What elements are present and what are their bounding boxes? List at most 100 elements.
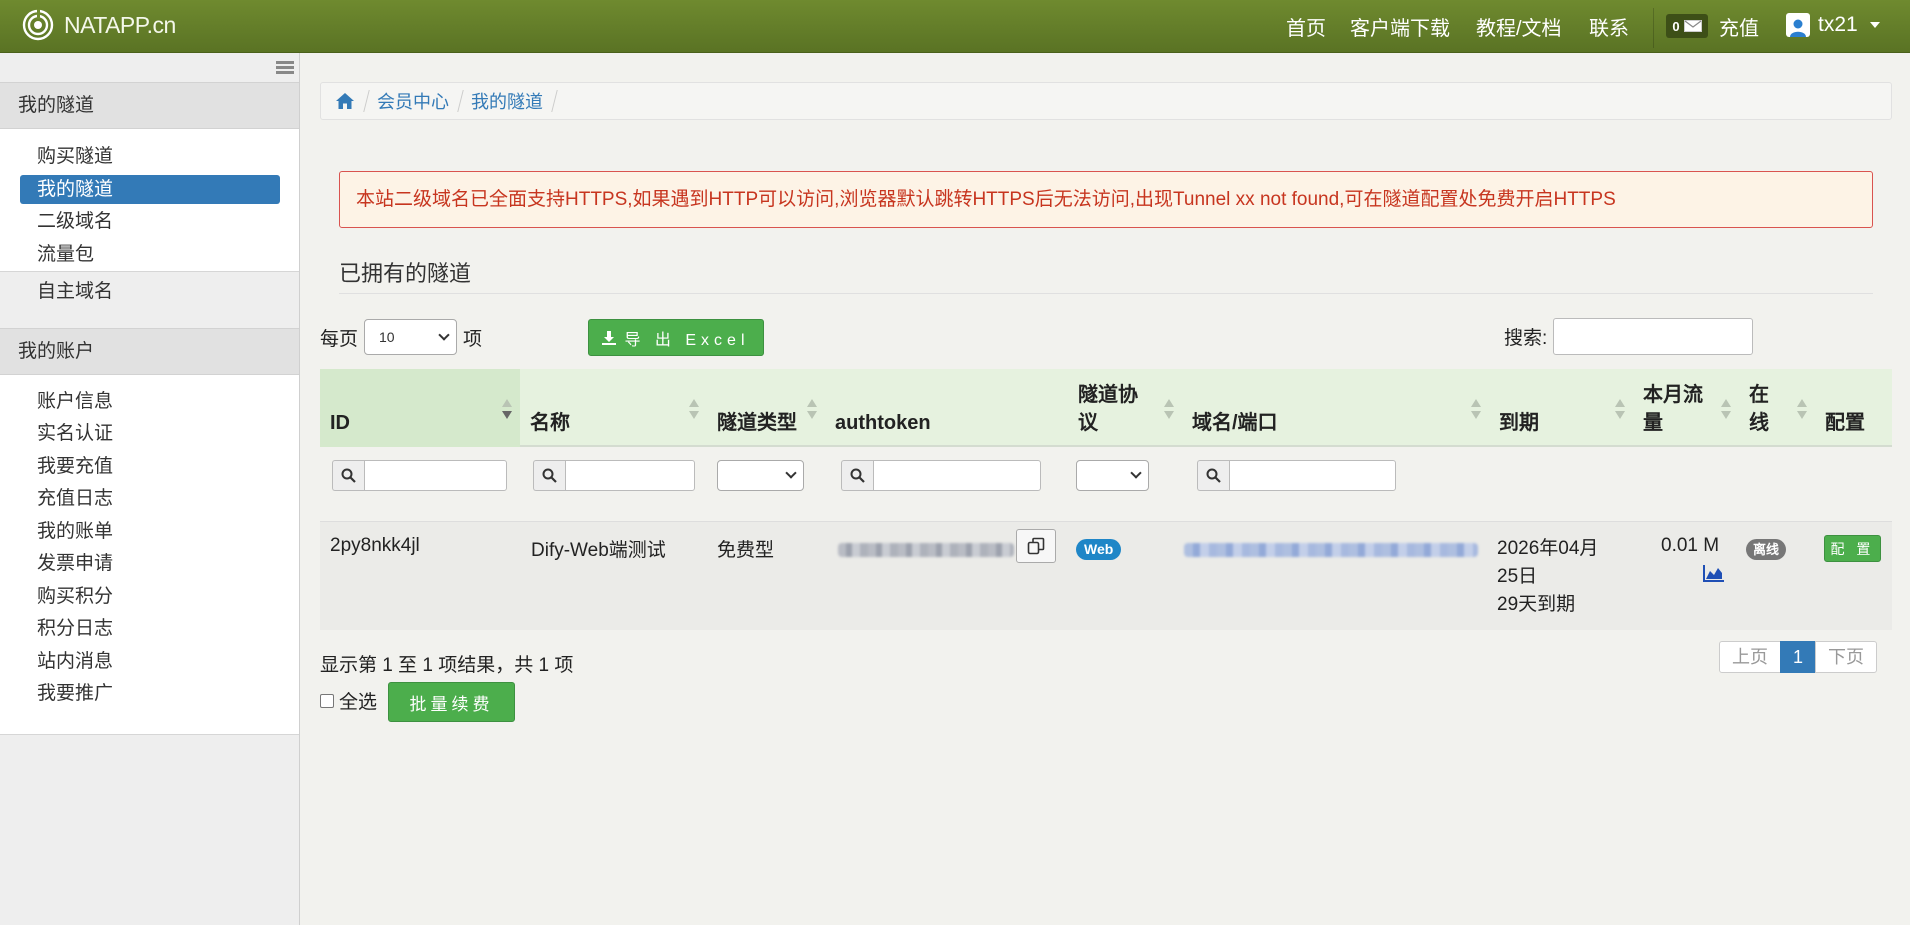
filter-domain[interactable] [1197, 460, 1396, 491]
top-navbar: NATAPP.cn 首页 客户端下载 教程/文档 联系 充值 0 tx21 [0, 0, 1910, 53]
filter-id[interactable] [332, 460, 507, 491]
brand[interactable]: NATAPP.cn [22, 9, 176, 41]
authtoken-masked [838, 543, 1014, 557]
per-page-select[interactable]: 10 [364, 319, 458, 355]
tunnel-id: 2py8nkk4jl [330, 535, 420, 556]
sidebar-item-recharge-log[interactable]: 充值日志 [20, 484, 280, 513]
result-info: 显示第 1 至 1 项结果，共 1 项 [320, 655, 574, 676]
filter-domain-input[interactable] [1229, 460, 1396, 491]
sort-icon [689, 399, 699, 421]
sidebar-item-buy-points[interactable]: 购买积分 [20, 582, 280, 611]
traffic-chart-icon[interactable] [1703, 564, 1725, 588]
sort-icon [1797, 399, 1807, 421]
col-expiry[interactable]: 到期 [1489, 369, 1633, 447]
section-title: 已拥有的隧道 [339, 256, 1873, 294]
col-monthly-traffic[interactable]: 本月流量 [1633, 369, 1739, 447]
col-online[interactable]: 在线 [1739, 369, 1815, 447]
download-icon [602, 330, 617, 345]
tunnel-type: 免费型 [717, 540, 775, 561]
copy-icon [1027, 537, 1045, 555]
natapp-logo-icon [22, 9, 54, 41]
sidebar-item-custom-domain[interactable]: 自主域名 [20, 277, 280, 306]
next-page-button[interactable]: 下页 [1815, 641, 1878, 673]
breadcrumb-member-center[interactable]: 会员中心 [377, 88, 449, 114]
per-page-control: 每页 10 项 [320, 319, 482, 355]
envelope-icon [1683, 20, 1702, 32]
chevron-down-icon [1130, 467, 1142, 479]
filter-type-select[interactable] [717, 460, 804, 491]
nav-docs[interactable]: 教程/文档 [1476, 12, 1562, 41]
table-header: ID 名称 隧道类型 authtoken 隧道协议 域名/端口 到期 本月流量 … [320, 369, 1892, 447]
message-badge[interactable]: 0 [1666, 14, 1708, 38]
col-tunnel-type[interactable]: 隧道类型 [707, 369, 825, 447]
config-button[interactable]: 配 置 [1824, 535, 1881, 562]
col-name[interactable]: 名称 [520, 369, 707, 447]
sort-icon [502, 399, 512, 421]
filter-id-input[interactable] [364, 460, 507, 491]
search-input[interactable] [1553, 318, 1754, 355]
sidebar-item-messages[interactable]: 站内消息 [20, 647, 280, 676]
sidebar-item-traffic-pack[interactable]: 流量包 [20, 240, 280, 269]
expiry: 2026年04月 25日 29天到期 [1497, 538, 1599, 615]
sidebar-item-verification[interactable]: 实名认证 [20, 419, 280, 448]
sidebar-section-account: 我的账户 [0, 328, 299, 375]
chevron-down-icon [438, 328, 450, 341]
sidebar-item-recharge[interactable]: 我要充值 [20, 452, 280, 481]
brand-name: NATAPP.cn [64, 11, 176, 38]
user-menu[interactable]: tx21 [1786, 13, 1880, 37]
nav-client-download[interactable]: 客户端下载 [1350, 12, 1450, 41]
sort-icon [1471, 399, 1481, 421]
message-count: 0 [1672, 18, 1680, 34]
filter-authtoken-input[interactable] [873, 460, 1041, 491]
sort-icon [1164, 399, 1174, 421]
search-icon [332, 460, 364, 491]
sidebar-item-points-log[interactable]: 积分日志 [20, 614, 280, 643]
home-icon[interactable] [335, 92, 355, 110]
copy-authtoken-button[interactable] [1016, 529, 1056, 563]
nav-home[interactable]: 首页 [1286, 12, 1326, 41]
sidebar-item-promote[interactable]: 我要推广 [20, 679, 280, 708]
export-excel-button[interactable]: 导 出 Excel [588, 319, 764, 356]
col-config: 配置 [1825, 412, 1865, 434]
page-1-button[interactable]: 1 [1780, 641, 1817, 673]
breadcrumb-my-tunnels[interactable]: 我的隧道 [471, 88, 543, 114]
sidebar-item-bills[interactable]: 我的账单 [20, 517, 280, 546]
select-all-checkbox[interactable] [320, 693, 334, 708]
per-page-prefix: 每页 [320, 328, 359, 350]
sidebar-item-invoice[interactable]: 发票申请 [20, 549, 280, 578]
per-page-suffix: 项 [463, 328, 483, 350]
user-icon [1786, 13, 1810, 37]
filter-name[interactable] [533, 460, 695, 491]
nav-recharge[interactable]: 充值 [1719, 12, 1759, 41]
filter-authtoken[interactable] [841, 460, 1041, 491]
batch-renew-button[interactable]: 批量续费 [388, 682, 515, 722]
col-protocol[interactable]: 隧道协议 [1068, 369, 1182, 447]
col-authtoken[interactable]: authtoken [825, 369, 1068, 447]
https-notice-alert: 本站二级域名已全面支持HTTPS,如果遇到HTTP可以访问,浏览器默认跳转HTT… [339, 171, 1873, 228]
sidebar-account-list: 账户信息 实名认证 我要充值 充值日志 我的账单 发票申请 购买积分 积分日志 … [0, 375, 299, 735]
chevron-down-icon [785, 467, 797, 479]
protocol-badge: Web [1076, 539, 1122, 560]
sidebar-tunnel-list: 购买隧道 我的隧道 二级域名 流量包 [0, 129, 299, 272]
col-domain-port[interactable]: 域名/端口 [1182, 369, 1489, 447]
breadcrumb: 会员中心 我的隧道 [320, 82, 1892, 120]
sidebar-item-my-tunnels[interactable]: 我的隧道 [20, 175, 280, 204]
username: tx21 [1818, 13, 1858, 36]
table-row: 2py8nkk4jl Dify-Web端测试 免费型 Web 2026年04月 … [320, 521, 1892, 630]
sidebar-item-account-info[interactable]: 账户信息 [20, 387, 280, 416]
domain-masked[interactable] [1184, 543, 1478, 557]
sidebar-section-tunnels: 我的隧道 [0, 82, 299, 129]
sidebar-item-subdomain[interactable]: 二级域名 [20, 207, 280, 236]
filter-name-input[interactable] [565, 460, 695, 491]
sort-icon [1721, 399, 1731, 421]
sidebar-toggle-icon[interactable] [276, 61, 294, 75]
filter-protocol-select[interactable] [1076, 460, 1149, 491]
col-id[interactable]: ID [320, 369, 520, 447]
sidebar-item-buy-tunnel[interactable]: 购买隧道 [20, 142, 280, 171]
table-search: 搜索: [1504, 318, 1754, 355]
sidebar: 我的隧道 购买隧道 我的隧道 二级域名 流量包 自主域名 我的账户 账户信息 实… [0, 53, 300, 925]
sort-icon [807, 399, 817, 421]
prev-page-button[interactable]: 上页 [1719, 641, 1781, 673]
select-all-label[interactable]: 全选 [339, 687, 377, 714]
nav-contact[interactable]: 联系 [1589, 12, 1629, 41]
